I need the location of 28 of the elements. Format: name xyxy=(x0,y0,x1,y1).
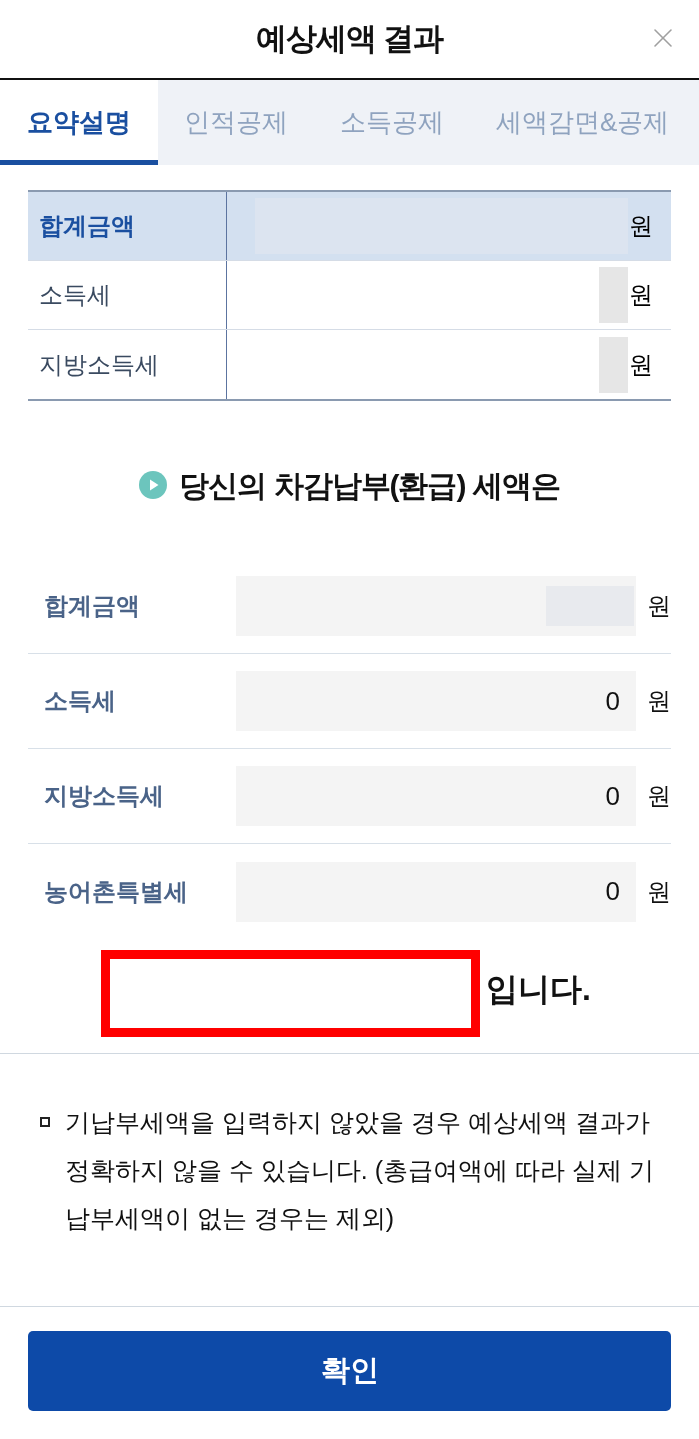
row-label: 농어촌특별세 xyxy=(43,876,189,907)
tab[interactable]: 세액감면&공제 xyxy=(470,80,696,165)
tab[interactable]: 요약설명 xyxy=(0,80,158,165)
row-label: 지방소득세 xyxy=(43,781,165,811)
confirm-button[interactable]: 확인 xyxy=(28,1331,671,1411)
unit-label: 원 xyxy=(647,686,671,716)
tab[interactable]: 소득공제 xyxy=(314,80,470,165)
row-label: 합계금액 xyxy=(39,211,135,241)
row-label: 소득세 xyxy=(39,280,111,310)
tab[interactable]: 인적공제 xyxy=(158,80,314,165)
section-heading: 당신의 차감납부(환급) 세액은 xyxy=(179,467,560,504)
unit-label: 원 xyxy=(629,280,653,310)
result-suffix: 입니다. xyxy=(486,969,591,1009)
row-label: 지방소득세 xyxy=(39,349,159,380)
unit-label: 원 xyxy=(629,211,653,241)
note-text: 기납부세액을 입력하지 않았을 경우 예상세액 결과가 정확하지 않을 수 있습니다. (총급여액에 따라 실제 기납부세액이 없는 경우는 제외) xyxy=(65,1107,655,1234)
play-circle-icon xyxy=(139,471,168,499)
row-label: 합계금액 xyxy=(43,591,141,621)
amount-field: 0 xyxy=(236,766,636,826)
row-label: 소득세 xyxy=(43,686,117,716)
unit-label: 원 xyxy=(647,591,671,621)
amount-field: 0 xyxy=(236,861,636,922)
unit-label: 원 xyxy=(647,781,671,811)
dialog-title: 예상세액 결과 xyxy=(255,19,444,58)
square-bullet-icon xyxy=(40,1117,50,1127)
unit-label: 원 xyxy=(629,349,653,380)
amount-field: 0 xyxy=(236,671,636,731)
unit-label: 원 xyxy=(647,876,671,907)
